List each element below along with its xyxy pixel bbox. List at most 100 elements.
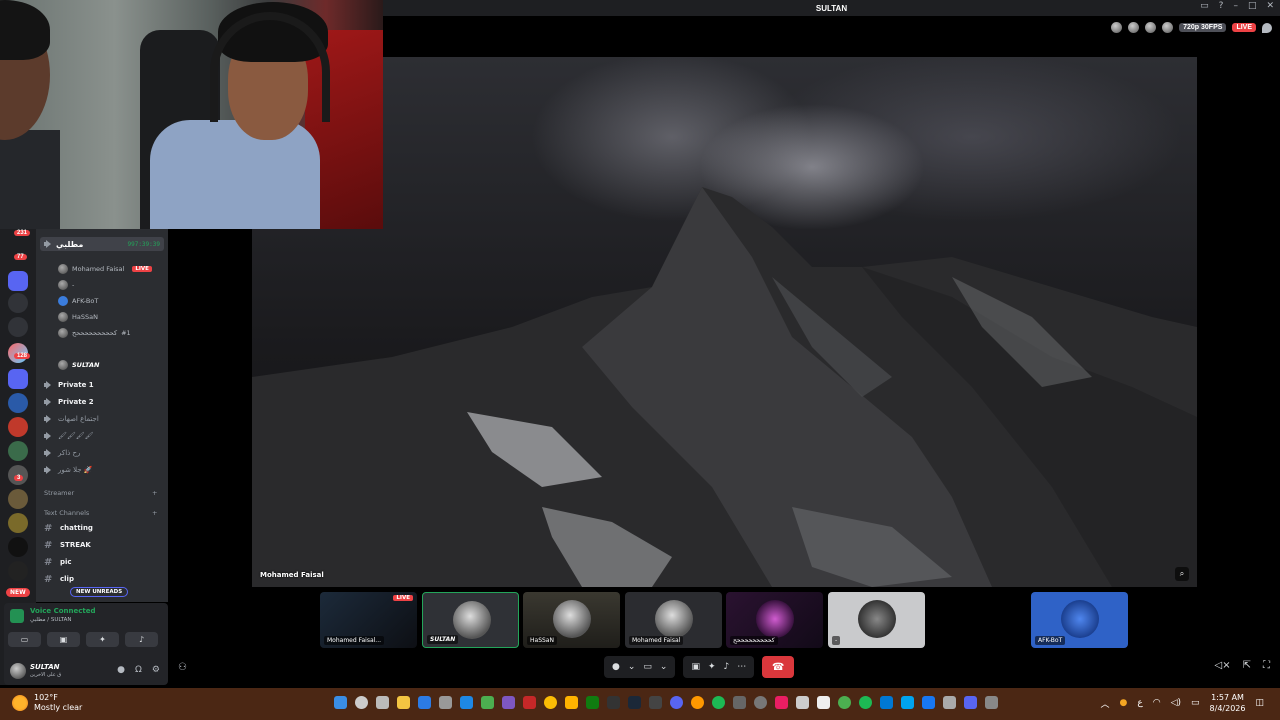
voice-member[interactable]: - xyxy=(58,279,74,291)
category-text-channels[interactable]: Text Channels + xyxy=(44,509,157,517)
participant-tile[interactable]: - xyxy=(828,592,925,648)
new-badge[interactable]: NEW xyxy=(6,588,30,597)
mic-icon[interactable]: ● xyxy=(612,662,620,672)
voice-channel-current[interactable]: مطلبي 997:39:39 xyxy=(40,237,164,251)
inbox-icon[interactable]: ▭ xyxy=(1200,1,1209,11)
server-icon[interactable] xyxy=(8,317,28,337)
participant-tile[interactable]: SULTAN xyxy=(422,592,519,648)
minimize-button[interactable]: – xyxy=(1233,1,1238,11)
signal-icon[interactable] xyxy=(10,609,24,623)
screen-share-button[interactable]: ▣ xyxy=(47,632,80,647)
voice-channel[interactable]: اجتماع اصهات xyxy=(44,412,99,426)
camera-off-icon[interactable]: ▭ xyxy=(643,662,652,672)
close-button[interactable]: ✕ xyxy=(1266,1,1274,11)
server-icon[interactable] xyxy=(8,369,28,389)
voice-member-self[interactable]: SULTAN xyxy=(58,359,99,371)
participant-tile[interactable]: كحححححححححح xyxy=(726,592,823,648)
file-explorer-icon[interactable] xyxy=(397,696,410,709)
volume-mute-icon[interactable]: ◁× xyxy=(1215,660,1231,671)
text-channel[interactable]: # STREAK xyxy=(44,538,91,552)
chevron-down-icon[interactable]: ⌄ xyxy=(660,662,668,672)
camera-button[interactable]: ▭ xyxy=(8,632,41,647)
screen-share-icon[interactable]: ▣ xyxy=(691,662,700,672)
clock[interactable]: 1:57 AM 8/4/2026 xyxy=(1210,692,1246,714)
app-icon[interactable] xyxy=(838,696,851,709)
input-language[interactable]: ع xyxy=(1137,698,1142,708)
app-icon[interactable] xyxy=(607,696,620,709)
viewer-avatar[interactable] xyxy=(1111,22,1123,33)
app-icon[interactable] xyxy=(502,696,515,709)
server-icon[interactable] xyxy=(8,271,28,291)
chevron-down-icon[interactable]: ⌄ xyxy=(628,662,636,672)
chat-icon[interactable] xyxy=(1262,22,1272,33)
voice-member[interactable]: كحححححححححح #1 xyxy=(58,327,131,339)
text-channel[interactable]: # clip xyxy=(44,572,74,586)
add-channel-icon[interactable]: + xyxy=(152,509,157,517)
add-channel-icon[interactable]: + xyxy=(152,489,157,497)
server-icon[interactable] xyxy=(8,293,28,313)
category-streamer[interactable]: Streamer + xyxy=(44,489,157,497)
fullscreen-icon[interactable]: ⛶ xyxy=(1263,660,1270,671)
app-icon[interactable] xyxy=(796,696,809,709)
microphone-icon[interactable]: ● xyxy=(1120,698,1128,708)
participant-tile[interactable]: Mohamed Faisal xyxy=(625,592,722,648)
more-icon[interactable]: ⋯ xyxy=(737,662,746,672)
app-icon[interactable] xyxy=(649,696,662,709)
settings-icon[interactable]: ⚙ xyxy=(152,665,160,675)
soundboard-button[interactable]: ♪ xyxy=(125,632,158,647)
app-icon[interactable] xyxy=(565,696,578,709)
notepad-icon[interactable] xyxy=(817,696,830,709)
task-view-icon[interactable] xyxy=(376,696,389,709)
voice-channel[interactable]: Private 2 xyxy=(44,395,94,409)
mic-icon[interactable]: ● xyxy=(117,665,125,675)
chrome-icon[interactable] xyxy=(544,696,557,709)
server-icon[interactable] xyxy=(8,537,28,557)
voice-member[interactable]: Mohamed Faisal LIVE xyxy=(58,263,152,275)
search-icon[interactable] xyxy=(355,696,368,709)
tiktok-icon[interactable] xyxy=(775,696,788,709)
app-icon[interactable] xyxy=(985,696,998,709)
server-icon[interactable] xyxy=(8,417,28,437)
voice-status[interactable]: Voice Connected xyxy=(30,607,96,615)
facebook-icon[interactable] xyxy=(922,696,935,709)
participant-tile[interactable]: LIVE Mohamed Faisal... xyxy=(320,592,417,648)
invite-icon[interactable]: ⚇ xyxy=(178,662,187,673)
popout-icon[interactable]: ⇱ xyxy=(1243,660,1251,671)
text-channel[interactable]: # chatting xyxy=(44,521,93,535)
app-icon[interactable] xyxy=(964,696,977,709)
headphones-icon[interactable]: Ω xyxy=(135,665,142,675)
weather-widget[interactable]: 102°F Mostly clear xyxy=(12,693,82,713)
activities-button[interactable]: ✦ xyxy=(86,632,119,647)
app-icon[interactable] xyxy=(901,696,914,709)
wifi-icon[interactable]: ◠ xyxy=(1153,698,1161,708)
zoom-icon[interactable]: ⌕ xyxy=(1175,567,1189,581)
activities-icon[interactable]: ✦ xyxy=(708,662,716,672)
app-icon[interactable] xyxy=(733,696,746,709)
viewer-avatar[interactable] xyxy=(1162,22,1174,33)
steam-icon[interactable] xyxy=(628,696,641,709)
voice-channel[interactable]: Private 1 xyxy=(44,378,94,392)
viewer-avatar[interactable] xyxy=(1128,22,1140,33)
soundboard-icon[interactable]: ♪ xyxy=(724,662,730,672)
viewer-avatar[interactable] xyxy=(1145,22,1157,33)
voice-member[interactable]: AFK-BoT xyxy=(58,295,98,307)
server-icon[interactable] xyxy=(8,489,28,509)
participant-tile[interactable]: AFK-BoT xyxy=(1031,592,1128,648)
app-icon[interactable] xyxy=(880,696,893,709)
server-icon[interactable] xyxy=(8,393,28,413)
volume-icon[interactable]: ◁) xyxy=(1171,698,1181,708)
spotify-icon[interactable] xyxy=(712,696,725,709)
server-icon[interactable] xyxy=(8,441,28,461)
voice-member[interactable]: HaSSaN xyxy=(58,311,98,323)
maximize-button[interactable]: □ xyxy=(1248,1,1257,11)
battery-icon[interactable]: ▭ xyxy=(1191,698,1200,708)
text-channel[interactable]: # pic xyxy=(44,555,72,569)
server-icon[interactable] xyxy=(8,513,28,533)
notification-icon[interactable]: ◫ xyxy=(1255,698,1264,708)
app-icon[interactable] xyxy=(481,696,494,709)
server-icon[interactable] xyxy=(8,561,28,581)
voice-channel[interactable]: رح ذاكر xyxy=(44,446,80,460)
participant-tile[interactable]: HaSSaN xyxy=(523,592,620,648)
settings-icon[interactable] xyxy=(439,696,452,709)
avatar[interactable] xyxy=(10,663,26,679)
